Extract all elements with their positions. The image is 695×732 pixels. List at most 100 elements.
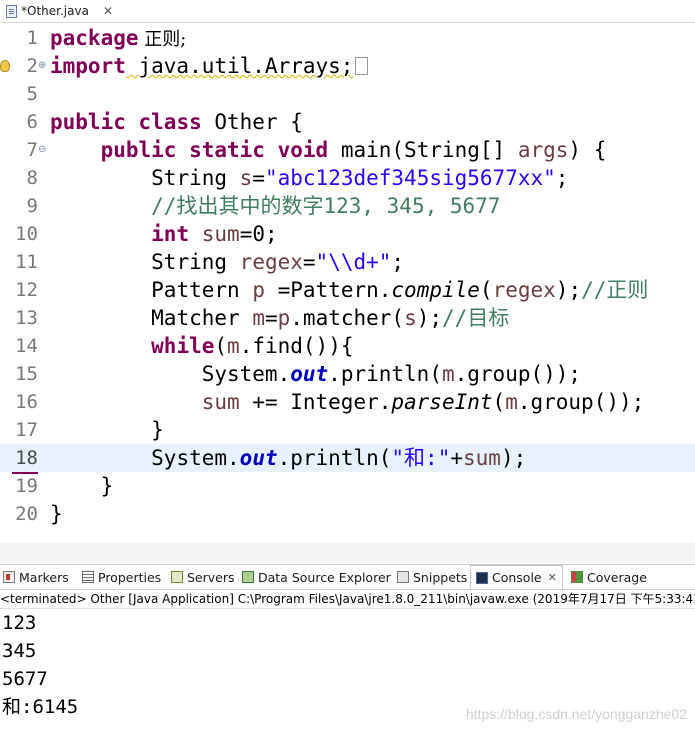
line-number: 10 <box>15 223 38 245</box>
tab-markers[interactable]: Markers <box>3 565 69 589</box>
type-name: String <box>151 250 240 274</box>
line-number: 18 <box>12 444 38 474</box>
console-line: 345 <box>2 640 37 662</box>
code-text: public static void main(String[] args) { <box>50 136 607 164</box>
local-variable: m <box>441 362 455 386</box>
punctuation: ( <box>479 278 493 302</box>
lightbulb-warning-icon[interactable] <box>0 60 10 72</box>
local-variable: m <box>252 306 265 330</box>
line-number: 20 <box>15 503 38 525</box>
code-line[interactable]: 17 } <box>0 416 695 444</box>
code-text: while(m.find()){ <box>50 332 353 360</box>
code-line-current[interactable]: 18 System.out.println("和:"+sum); <box>0 444 695 474</box>
method-call: .find()){ <box>239 334 354 358</box>
code-line[interactable]: 8 String s="abc123def345sig5677xx"; <box>0 164 695 192</box>
line-number: 1 <box>26 27 38 49</box>
code-text: Pattern p =Pattern.compile(regex);//正则 <box>50 276 648 304</box>
code-text: System.out.println(m.group()); <box>50 360 581 388</box>
code-line[interactable]: 6 public class Other { <box>0 108 695 136</box>
tab-properties[interactable]: Properties <box>82 565 161 589</box>
tab-label: Data Source Explorer <box>258 569 391 585</box>
expand-fold-icon[interactable]: ⊕ <box>38 60 46 72</box>
line-number: 15 <box>15 363 38 385</box>
keyword: class <box>138 110 202 134</box>
code-text: String regex="\\d+"; <box>50 248 404 276</box>
servers-icon <box>171 571 183 583</box>
string-literal: "和:" <box>391 446 451 470</box>
line-number: 17 <box>15 419 38 441</box>
local-variable: s <box>404 306 417 330</box>
panel-splitter[interactable] <box>0 543 695 563</box>
code-line[interactable]: 14 while(m.find()){ <box>0 332 695 360</box>
code-text: int sum=0; <box>50 220 278 248</box>
assignment: =0; <box>239 222 278 246</box>
tab-console[interactable]: Console ✕ <box>470 565 563 589</box>
views-tab-bar: Markers Properties Servers Data Source E… <box>0 543 695 590</box>
tab-snippets[interactable]: Snippets <box>397 565 467 589</box>
collapse-fold-icon[interactable]: ⊖ <box>38 144 46 156</box>
code-line[interactable]: 11 String regex="\\d+"; <box>0 248 695 276</box>
close-icon[interactable]: ✕ <box>548 571 557 584</box>
import-statement: java.util.Arrays; <box>125 54 354 78</box>
folded-imports-box[interactable] <box>355 57 369 75</box>
line-number: 5 <box>26 83 38 105</box>
code-text: String s="abc123def345sig5677xx"; <box>50 164 568 192</box>
expression: += Integer. <box>239 390 392 414</box>
close-icon[interactable]: ✕ <box>103 4 113 18</box>
closing-brace: } <box>151 418 164 442</box>
code-line[interactable]: 9 //找出其中的数字123, 345, 5677 <box>0 192 695 220</box>
type-name: Matcher <box>151 306 253 330</box>
keyword: package <box>50 26 139 50</box>
code-line[interactable]: 16 sum += Integer.parseInt(m.group()); <box>0 388 695 416</box>
editor-tab-other-java[interactable]: *Other.java ✕ <box>0 0 121 22</box>
package-name: 正则; <box>138 29 187 50</box>
keyword: public <box>100 138 177 162</box>
code-text: import java.util.Arrays; <box>50 52 369 80</box>
coverage-icon <box>571 571 583 583</box>
tab-coverage[interactable]: Coverage <box>571 565 647 589</box>
console-output[interactable]: 123 345 5677 和:6145 https://blog.csdn.ne… <box>0 609 695 732</box>
line-number: 13 <box>15 307 38 329</box>
code-line[interactable]: 7 ⊖ public static void main(String[] arg… <box>0 136 695 164</box>
class-declaration: Other { <box>201 110 303 134</box>
expression: =Pattern. <box>264 278 392 302</box>
operator: = <box>302 250 316 274</box>
code-line[interactable]: 15 System.out.println(m.group()); <box>0 360 695 388</box>
method-call: .group()); <box>454 362 582 386</box>
code-text: sum += Integer.parseInt(m.group()); <box>50 388 645 416</box>
code-line[interactable]: 12 Pattern p =Pattern.compile(regex);//正… <box>0 276 695 304</box>
tab-servers[interactable]: Servers <box>171 565 235 589</box>
code-line[interactable]: 2 ⊕ import java.util.Arrays; <box>0 52 695 80</box>
code-line[interactable]: 20 } <box>0 500 695 528</box>
local-variable: sum <box>463 446 501 470</box>
watermark-text: https://blog.csdn.net/yongganzhe02 <box>465 706 687 722</box>
code-line[interactable]: 13 Matcher m=p.matcher(s);//目标 <box>0 304 695 332</box>
punctuation: ; <box>391 250 405 274</box>
operator: = <box>252 166 265 190</box>
code-line[interactable]: 10 int sum=0; <box>0 220 695 248</box>
code-editor[interactable]: 1 package 正则; 2 ⊕ import java.util.Array… <box>0 23 695 540</box>
code-text: } <box>50 472 114 500</box>
line-number: 11 <box>15 251 38 273</box>
local-variable: p <box>252 278 265 302</box>
code-line[interactable]: 1 package 正则; <box>0 24 695 52</box>
tab-label: Markers <box>19 569 69 585</box>
string-literal: "\\d+" <box>315 250 392 274</box>
console-line: 123 <box>2 612 37 634</box>
console-icon <box>476 571 488 584</box>
code-line[interactable]: 19 } <box>0 472 695 500</box>
closing-brace: } <box>50 502 63 526</box>
line-number: 9 <box>26 195 38 217</box>
local-variable: p <box>277 306 291 330</box>
static-method: parseInt <box>391 390 493 414</box>
tab-label: Console <box>492 570 542 585</box>
operator: + <box>450 446 463 470</box>
punctuation: ); <box>500 446 527 470</box>
code-line[interactable]: 5 <box>0 80 695 108</box>
code-text: Matcher m=p.matcher(s);//目标 <box>50 304 509 332</box>
tab-label: Snippets <box>413 569 468 585</box>
local-variable: regex <box>239 250 303 274</box>
punctuation: ); <box>416 306 443 330</box>
keyword: static <box>189 138 265 162</box>
tab-data-source-explorer[interactable]: Data Source Explorer <box>242 565 391 589</box>
